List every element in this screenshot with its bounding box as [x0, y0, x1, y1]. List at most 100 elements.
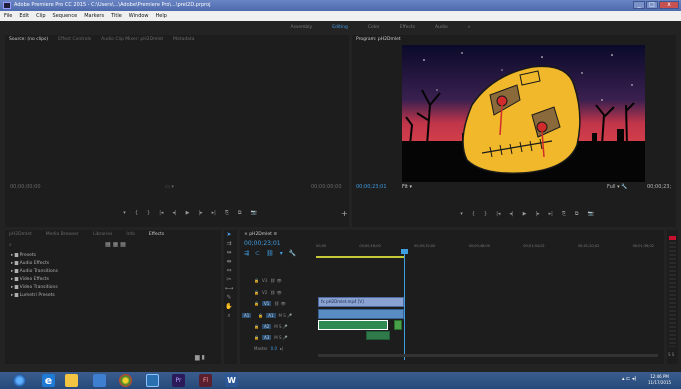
program-mark-out-icon[interactable]: }	[484, 211, 487, 217]
new-item-icon[interactable]: ▆ ▮	[195, 354, 205, 361]
source-patch-a1[interactable]: A1	[242, 312, 252, 318]
work-area-bar[interactable]	[316, 256, 404, 258]
program-fit-dropdown[interactable]: Fit ▾	[402, 184, 412, 190]
program-mark-in-icon[interactable]: {	[472, 211, 475, 217]
snap-icon[interactable]: ⊂	[255, 250, 260, 257]
pen-tool-icon[interactable]: ✎	[224, 293, 234, 302]
internet-explorer-icon[interactable]: e	[42, 374, 55, 387]
lift-icon[interactable]: ⎘	[562, 211, 566, 217]
tab-sequence[interactable]: × pH2Dmlet ≡	[244, 232, 277, 237]
razor-tool-icon[interactable]: ✂	[224, 275, 234, 284]
workspace-more[interactable]: »	[468, 25, 471, 30]
menu-clip[interactable]: Clip	[36, 13, 45, 19]
add-marker-icon[interactable]: ▾	[123, 210, 126, 216]
add-marker-timeline-icon[interactable]: ▾	[280, 250, 283, 257]
tab-project[interactable]: pH2Dmlet	[9, 232, 32, 237]
maximize-button[interactable]: □	[646, 1, 658, 9]
program-play-icon[interactable]: ▶	[523, 211, 527, 217]
list-item[interactable]: ▸ ▆ Presets	[7, 252, 207, 260]
step-back-icon[interactable]: ◂|	[172, 210, 176, 216]
start-button-icon[interactable]	[13, 374, 26, 387]
word-taskbar-icon[interactable]: W	[225, 374, 238, 387]
program-step-back-icon[interactable]: ◂|	[509, 211, 513, 217]
ripple-edit-tool-icon[interactable]: ⇹	[224, 248, 234, 257]
program-timecode[interactable]: 00;00;23;01	[356, 184, 387, 190]
track-select-tool-icon[interactable]: ⇉	[224, 239, 234, 248]
list-item[interactable]: ▸ ▆ Video Effects	[7, 276, 207, 284]
timeline-scrollbar[interactable]	[318, 354, 658, 357]
add-button-icon[interactable]: +	[341, 209, 348, 218]
mark-out-icon[interactable]: }	[147, 210, 150, 216]
tray-icons[interactable]: ▴ ⊏ ◂)	[622, 376, 636, 382]
play-icon[interactable]: ▶	[186, 210, 190, 216]
step-forward-icon[interactable]: |▸	[198, 210, 202, 216]
chrome-icon[interactable]	[119, 374, 132, 387]
tab-effects[interactable]: Effects	[149, 232, 164, 237]
video-clip[interactable]: fx pH2Dmlet.mp4 [V]	[318, 297, 404, 307]
effects-search-input[interactable]: ⌕	[9, 242, 89, 248]
audio-clip-a3[interactable]	[366, 331, 390, 340]
program-step-forward-icon[interactable]: |▸	[535, 211, 539, 217]
tab-metadata[interactable]: Metadata	[173, 37, 194, 42]
workspace-effects[interactable]: Effects	[400, 25, 415, 30]
tab-program[interactable]: Program: pH2Dmlet	[356, 37, 401, 42]
meter-solo-buttons[interactable]: S S	[668, 352, 674, 357]
workspace-assembly[interactable]: Assembly	[291, 25, 313, 30]
menu-title[interactable]: Title	[111, 13, 122, 19]
menu-file[interactable]: File	[4, 13, 12, 19]
wrench-icon[interactable]: 🔧	[289, 250, 296, 257]
linked-selection-icon[interactable]: ⛓	[266, 250, 274, 257]
menu-sequence[interactable]: Sequence	[53, 13, 78, 19]
menu-help[interactable]: Help	[156, 13, 167, 19]
effects-view-buttons[interactable]: ▦ ▦ ▦	[105, 241, 126, 248]
workspace-color[interactable]: Color	[368, 25, 380, 30]
list-item[interactable]: ▸ ▆ Lumetri Presets	[7, 292, 207, 300]
workspace-editing[interactable]: Editing	[332, 25, 348, 30]
rolling-edit-tool-icon[interactable]: ⇼	[224, 257, 234, 266]
program-go-to-out-icon[interactable]: ▸|	[549, 211, 553, 217]
tab-audio-clip-mixer[interactable]: Audio Clip Mixer: pH2Dmlet	[101, 37, 163, 42]
flash-taskbar-icon[interactable]: Fl	[199, 374, 212, 387]
close-button[interactable]: x	[659, 1, 679, 9]
list-item[interactable]: ▸ ▆ Audio Transitions	[7, 268, 207, 276]
audio-clip-a2[interactable]	[318, 320, 388, 330]
nest-icon[interactable]: ⇶	[244, 250, 249, 257]
file-explorer-icon[interactable]	[65, 374, 78, 387]
tab-source[interactable]: Source: (no clips)	[9, 37, 48, 42]
insert-icon[interactable]: ⎘	[225, 210, 229, 216]
menu-window[interactable]: Window	[129, 13, 149, 19]
tab-info[interactable]: Info	[126, 232, 135, 237]
tab-libraries[interactable]: Libraries	[93, 232, 112, 237]
source-fit-dropdown[interactable]: ▭ ▾	[165, 184, 174, 190]
list-item[interactable]: ▸ ▆ Audio Effects	[7, 260, 207, 268]
zoom-tool-icon[interactable]: ⌕	[224, 311, 234, 320]
menu-edit[interactable]: Edit	[19, 13, 29, 19]
hand-tool-icon[interactable]: ✋	[224, 302, 234, 311]
system-clock[interactable]: 12:46 PM 11/17/2015	[648, 374, 671, 386]
program-resolution-dropdown[interactable]: Full ▾ 🔧	[607, 184, 627, 190]
audio-clip-a2-tail[interactable]	[394, 320, 402, 330]
list-item[interactable]: ▸ ▆ Video Transitions	[7, 284, 207, 292]
selection-tool-icon[interactable]: ➤	[224, 230, 234, 239]
menu-markers[interactable]: Markers	[84, 13, 104, 19]
extract-icon[interactable]: ⧉	[575, 211, 579, 217]
premiere-taskbar-icon[interactable]: Pr	[172, 374, 185, 387]
slip-tool-icon[interactable]: ⟷	[224, 284, 234, 293]
mark-in-icon[interactable]: {	[135, 210, 138, 216]
rate-stretch-tool-icon[interactable]: ⇔	[224, 266, 234, 275]
overwrite-icon[interactable]: ⧉	[238, 210, 242, 216]
tab-effect-controls[interactable]: Effect Controls	[58, 37, 91, 42]
timeline-timecode[interactable]: 00;00;23;01	[244, 240, 281, 247]
program-add-marker-icon[interactable]: ▾	[460, 211, 463, 217]
playhead-handle[interactable]	[401, 249, 408, 254]
minimize-button[interactable]: _	[633, 1, 645, 9]
program-export-frame-icon[interactable]: 📷	[587, 211, 593, 217]
export-frame-icon[interactable]: 📷	[250, 210, 256, 216]
tab-media-browser[interactable]: Media Browser	[46, 232, 79, 237]
go-to-in-icon[interactable]: |◂	[159, 210, 163, 216]
program-go-to-in-icon[interactable]: |◂	[496, 211, 500, 217]
playhead[interactable]	[404, 250, 405, 360]
media-player-icon[interactable]	[93, 374, 106, 387]
go-to-out-icon[interactable]: ▸|	[212, 210, 216, 216]
audio-clip-a1[interactable]	[318, 309, 404, 319]
